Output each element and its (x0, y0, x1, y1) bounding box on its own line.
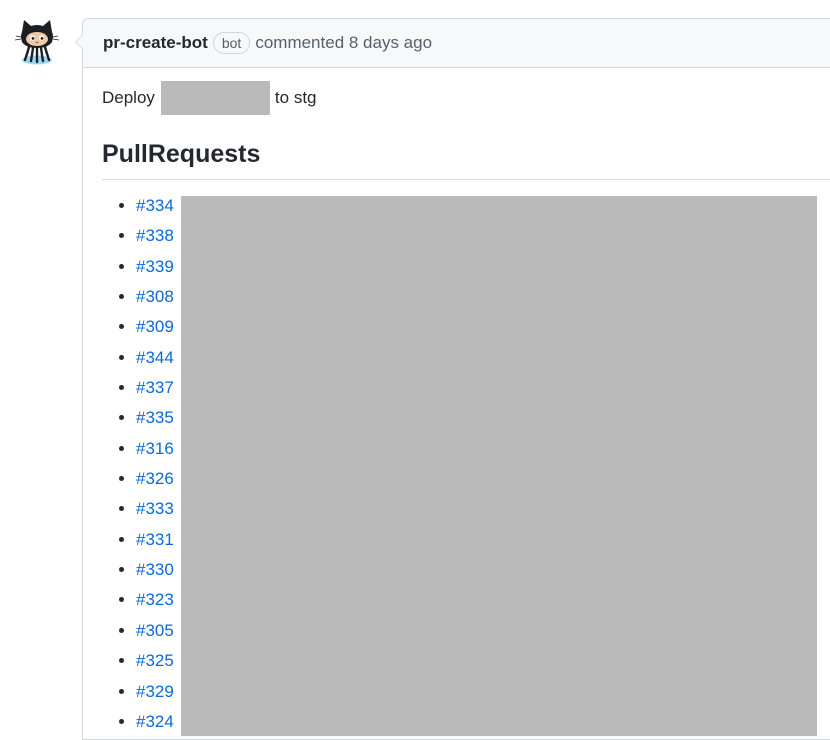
pr-link[interactable]: #326 (136, 469, 174, 488)
pr-link[interactable]: #305 (136, 621, 174, 640)
pr-link[interactable]: #335 (136, 408, 174, 427)
deploy-suffix: to stg (274, 88, 317, 107)
pr-link[interactable]: #337 (136, 378, 174, 397)
bot-badge: bot (212, 32, 251, 54)
pr-link[interactable]: #338 (136, 226, 174, 245)
comment-timestamp[interactable]: commented 8 days ago (255, 33, 432, 53)
redacted-text (160, 81, 270, 115)
pr-link[interactable]: #309 (136, 317, 174, 336)
pr-link[interactable]: #339 (136, 257, 174, 276)
pr-link[interactable]: #308 (136, 287, 174, 306)
deploy-line: Deploy to stg (102, 81, 830, 115)
pr-link[interactable]: #333 (136, 499, 174, 518)
pullrequests-heading: PullRequests (102, 139, 830, 180)
pr-link[interactable]: #329 (136, 682, 174, 701)
pr-link[interactable]: #323 (136, 590, 174, 609)
redacted-pr-titles (181, 196, 817, 736)
pr-link[interactable]: #334 (136, 196, 174, 215)
author-link[interactable]: pr-create-bot (103, 33, 208, 53)
pr-link[interactable]: #330 (136, 560, 174, 579)
pr-link[interactable]: #325 (136, 651, 174, 670)
octocat-icon[interactable] (12, 16, 62, 68)
pr-link[interactable]: #316 (136, 439, 174, 458)
comment-header: pr-create-bot bot commented 8 days ago (83, 19, 830, 68)
pr-link[interactable]: #344 (136, 348, 174, 367)
pr-link[interactable]: #331 (136, 530, 174, 549)
deploy-prefix: Deploy (102, 88, 155, 107)
